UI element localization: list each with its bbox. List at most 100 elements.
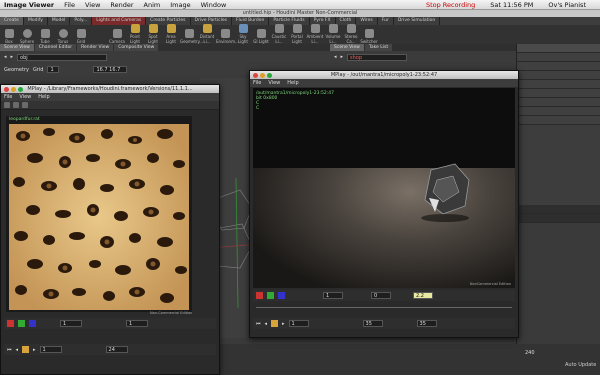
shelf-tab-modify[interactable]: Modify [24, 17, 48, 25]
red-channel-icon[interactable] [7, 320, 14, 327]
gamma-field[interactable]: 2.2 [413, 292, 433, 299]
win2-offset-field[interactable]: 0 [371, 292, 391, 299]
shelf-tab-create[interactable]: Create [0, 17, 24, 25]
tool-stereo-camera[interactable]: Stereo Ca... [342, 24, 360, 44]
menu-file-w2[interactable]: File [253, 79, 261, 87]
tool-volume-light[interactable]: Volume Li... [324, 24, 342, 44]
close-button-2[interactable] [253, 72, 258, 78]
tool-environment-light[interactable]: Environm... [216, 29, 239, 44]
tool-camera[interactable]: Camera [108, 29, 126, 44]
menu-help-w1[interactable]: Help [38, 93, 49, 101]
menu-view[interactable]: View [85, 1, 100, 9]
auto-update-toggle[interactable]: Auto Update [565, 362, 596, 368]
tool-portal-light[interactable]: Portal Light [288, 24, 306, 44]
tab-render-view[interactable]: Render View [77, 44, 114, 51]
forward-arrow-icon-right[interactable]: ▸ [341, 54, 344, 60]
menu-view-w1[interactable]: View [19, 93, 31, 101]
user-name[interactable]: Ov's Pianist [548, 1, 586, 9]
win2-timeline[interactable] [256, 302, 512, 308]
blue-channel-icon[interactable] [29, 320, 36, 327]
first-frame-icon-2[interactable]: ⏮ [256, 321, 261, 327]
back-arrow-icon-right[interactable]: ◂ [334, 54, 337, 60]
channel-icon[interactable] [13, 102, 19, 108]
tab-scene-view[interactable]: Scene View [0, 44, 34, 51]
shelf-tab-model[interactable]: Model [48, 17, 71, 25]
minimize-button-2[interactable] [260, 72, 265, 78]
first-frame-icon[interactable]: ⏮ [7, 347, 12, 353]
window-menu-2: File View Help [250, 79, 518, 87]
window-titlebar-2[interactable]: MPlay - /out/mantra1/micropoly1-23:52:47 [250, 71, 518, 79]
menu-help-w2[interactable]: Help [287, 79, 298, 87]
prev-frame-icon-2[interactable]: ◂ [265, 321, 268, 327]
green-channel-icon[interactable] [18, 320, 25, 327]
tool-tube[interactable]: Tube [36, 29, 54, 44]
red-channel-icon-2[interactable] [256, 292, 263, 299]
shelf-tab-fur[interactable]: Fur [378, 17, 394, 25]
close-button[interactable] [4, 86, 9, 92]
tool-gi-light[interactable]: GI Light [252, 29, 270, 44]
next-frame-icon[interactable]: ▸ [33, 347, 36, 353]
win2-start-field[interactable]: 1 [288, 320, 309, 327]
tool-sphere[interactable]: Sphere [18, 29, 36, 44]
minimize-button[interactable] [11, 86, 16, 92]
menu-anim[interactable]: Anim [144, 1, 161, 9]
tab-channel-editor[interactable]: Channel Editor [34, 44, 77, 51]
tab-composite-view[interactable]: Composite View [114, 44, 159, 51]
tab-scene-view-right[interactable]: Scene View [330, 44, 364, 51]
menu-file-w1[interactable]: File [4, 93, 12, 101]
play-icon[interactable] [22, 346, 30, 353]
win2-frame-field[interactable]: 35 [362, 320, 383, 327]
shelf-tab-drive-sim[interactable]: Drive Simulation [394, 17, 441, 25]
portal-light-icon [292, 24, 302, 33]
forward-arrow-icon[interactable]: ▸ [11, 54, 14, 60]
play-icon-2[interactable] [271, 320, 279, 327]
green-channel-icon-2[interactable] [267, 292, 274, 299]
back-arrow-icon[interactable]: ◂ [4, 54, 7, 60]
tool-grid[interactable]: Grid [72, 29, 90, 44]
menu-view-w2[interactable]: View [268, 79, 280, 87]
prev-frame-icon[interactable]: ◂ [16, 347, 19, 353]
menu-file[interactable]: File [64, 1, 75, 9]
tool-distant-light[interactable]: Distant Li... [198, 24, 216, 44]
window-iconbar [1, 101, 219, 110]
win1-start-field[interactable]: 1 [39, 346, 62, 353]
tool-switcher[interactable]: Switcher [360, 29, 378, 44]
clock[interactable]: Sat 11:56 PM [490, 1, 533, 9]
next-frame-icon-2[interactable]: ▸ [282, 321, 285, 327]
tool-caustic-light[interactable]: Caustic Li... [270, 24, 288, 44]
app-menu[interactable]: Image Viewer [4, 1, 54, 9]
tool-area-light[interactable]: Area Light [162, 24, 180, 44]
size-field[interactable]: 16.7 16.7 [93, 66, 128, 73]
crystal-object [421, 163, 470, 222]
zoom-button-2[interactable] [267, 72, 272, 78]
stop-recording-status[interactable]: Stop Recording [426, 1, 475, 9]
tool-point-light[interactable]: Point Light [126, 24, 144, 44]
window-titlebar[interactable]: MPlay - /Library/Frameworks/Houdini.fram… [1, 85, 219, 93]
display-icon[interactable] [4, 102, 10, 108]
tool-torus[interactable]: Torus [54, 29, 72, 44]
win1-value-field-2[interactable]: 1 [126, 320, 148, 327]
shelf-tab-poly[interactable]: Poly... [70, 17, 93, 25]
frame-field[interactable]: 1 [47, 66, 60, 73]
zoom-button[interactable] [18, 86, 23, 92]
tool-spot-light[interactable]: Spot Light [144, 24, 162, 44]
tool-box[interactable]: Box [0, 29, 18, 44]
win2-end-field[interactable]: 35 [416, 320, 437, 327]
tool-geometry-light[interactable]: Geometry... [180, 29, 203, 44]
tab-take-list[interactable]: Take List [364, 44, 393, 51]
obj-path-field[interactable]: obj [17, 53, 108, 61]
win1-end-field[interactable]: 24 [105, 346, 128, 353]
shop-path-field[interactable]: shop [347, 53, 408, 61]
tool-sky-light[interactable]: Sky Light [234, 24, 252, 44]
win1-value-field[interactable]: 1 [60, 320, 82, 327]
menu-window[interactable]: Window [201, 1, 227, 9]
menu-image[interactable]: Image [170, 1, 190, 9]
camera-icon [112, 29, 122, 38]
blue-channel-icon-2[interactable] [278, 292, 285, 299]
tool-ambient-light[interactable]: Ambient Li... [306, 24, 324, 44]
geometry-light-icon [184, 29, 194, 38]
render-viewer[interactable]: /out/mantra1/micropoly1-23:52:47 bit 0x8… [253, 88, 515, 288]
zoom-icon[interactable] [22, 102, 28, 108]
win2-value-field[interactable]: 1 [323, 292, 343, 299]
menu-render[interactable]: Render [110, 1, 133, 9]
